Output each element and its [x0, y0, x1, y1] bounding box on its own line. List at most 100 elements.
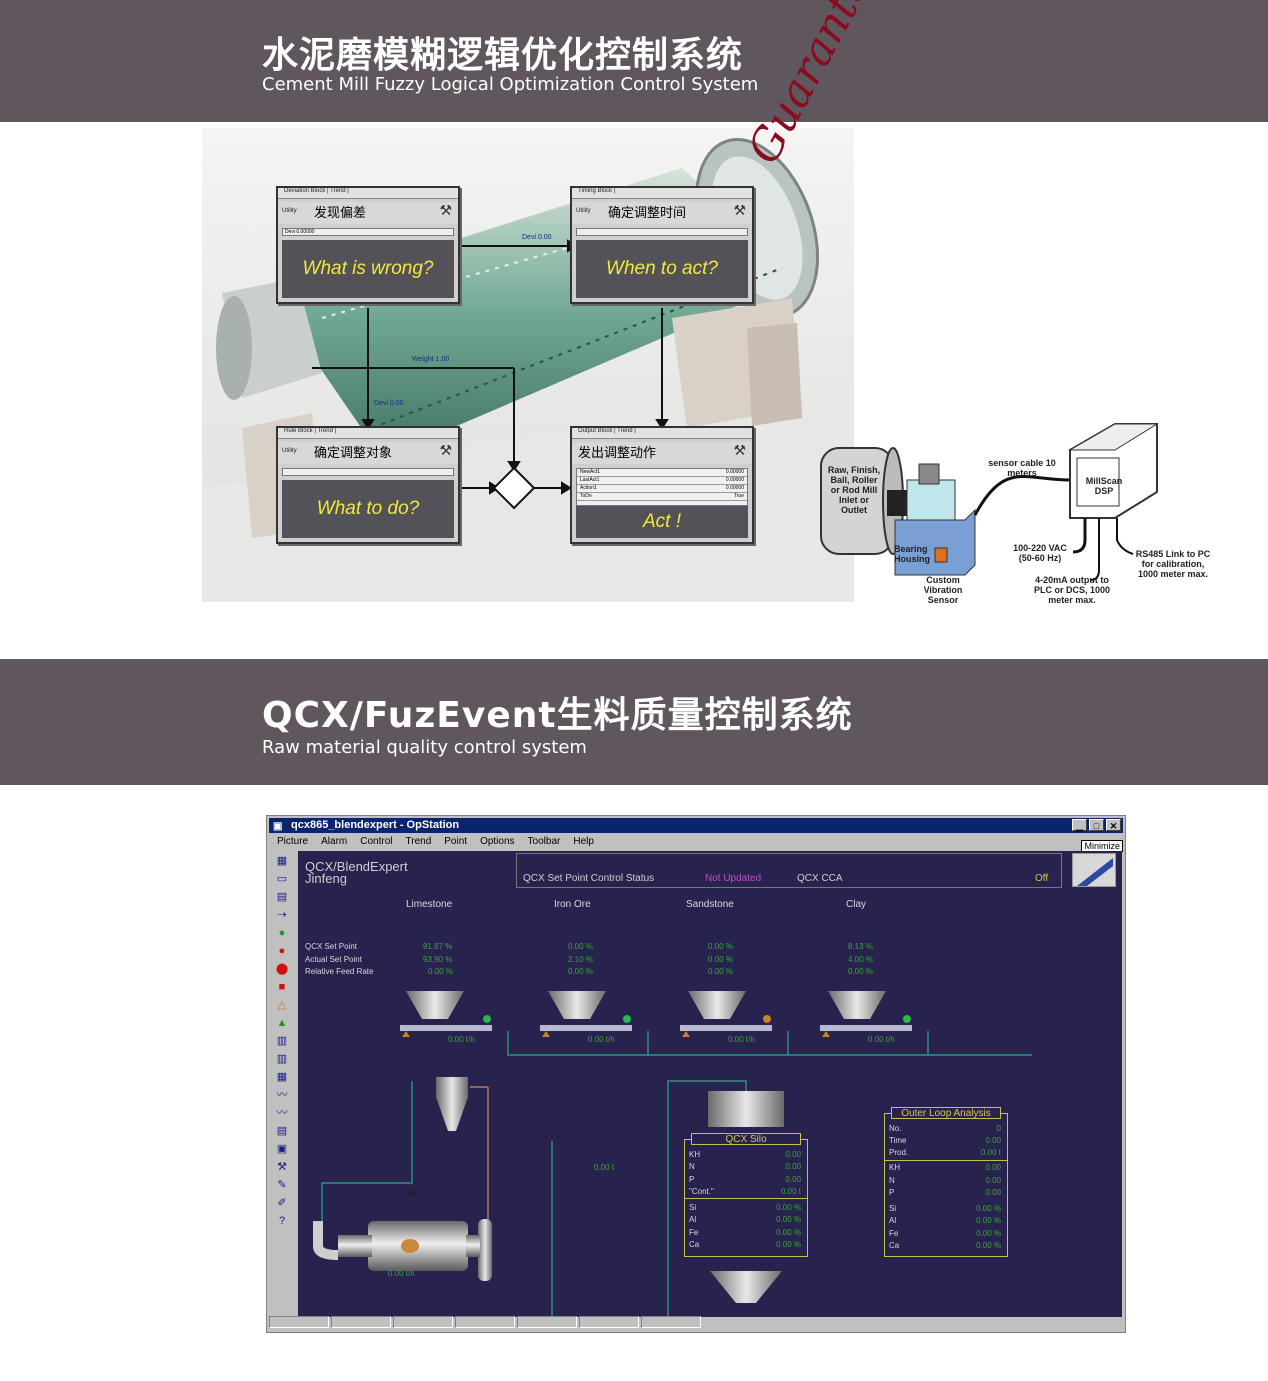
- section-title-en: Raw material quality control system: [262, 737, 587, 758]
- timing-block[interactable]: Timing Block | 确定调整时间 Utility ⚒ When to …: [570, 186, 754, 304]
- info-green-icon[interactable]: ●: [273, 926, 291, 941]
- devi-line-label: Devi 0.00: [522, 234, 552, 241]
- panel-row: N 0.00: [889, 1176, 1001, 1185]
- panel-title: QCX Silo: [691, 1133, 801, 1145]
- tools-icon[interactable]: ⚒: [273, 1160, 291, 1175]
- block-tabs[interactable]: Output Block | Trend |: [572, 428, 752, 439]
- minimize-button[interactable]: ▁: [1072, 819, 1087, 831]
- status-pane: [393, 1316, 453, 1328]
- block-tabs[interactable]: Rule Block | Trend |: [278, 428, 458, 439]
- block-title: 发现偏差: [278, 202, 458, 224]
- panel-row: Al 0.00 %: [689, 1215, 801, 1224]
- status-pane: [455, 1316, 515, 1328]
- utility-label: Utility: [282, 448, 297, 454]
- app-icon[interactable]: ▣: [273, 819, 282, 834]
- block-question: What to do?: [282, 480, 454, 538]
- rule-strip: [282, 468, 454, 476]
- maximize-button[interactable]: □: [1089, 819, 1104, 831]
- status-bar: [269, 1316, 1123, 1330]
- vibration-sensor-label: Custom Vibration Sensor: [923, 575, 963, 605]
- report-icon[interactable]: ▥: [273, 1034, 291, 1049]
- block-tabs[interactable]: Timing Block |: [572, 188, 752, 199]
- panel-row: Al 0.00 %: [889, 1216, 1001, 1225]
- power-label: 100-220 VAC (50-60 Hz): [1013, 543, 1067, 563]
- utility-label: Utility: [576, 208, 591, 214]
- block-title: 确定调整时间: [572, 202, 752, 224]
- wrench-icon[interactable]: ⚒: [439, 202, 452, 219]
- print-icon[interactable]: ▤: [273, 890, 291, 905]
- navigate-icon[interactable]: ⇢: [273, 908, 291, 923]
- menu-trend[interactable]: Trend: [406, 834, 432, 850]
- window-title: qcx865_blendexpert - OpStation: [291, 819, 460, 831]
- status-pane: [641, 1316, 701, 1328]
- alarm-box-icon[interactable]: ■: [273, 980, 291, 995]
- menu-picture[interactable]: Picture: [277, 834, 308, 850]
- panel-row: KH 0.00: [689, 1150, 801, 1159]
- panel-row: Fe 0.00 %: [689, 1228, 801, 1237]
- menu-alarm[interactable]: Alarm: [321, 834, 347, 850]
- table-icon[interactable]: ▦: [273, 1070, 291, 1085]
- report2-icon[interactable]: ▥: [273, 1052, 291, 1067]
- belt-feed-limestone: 0.00 t/h: [448, 1035, 475, 1044]
- wrench-icon[interactable]: ⚒: [733, 202, 746, 219]
- mid-transport-value: 0.00 t: [594, 1163, 615, 1172]
- close-button[interactable]: ✕: [1106, 819, 1121, 831]
- section-banner-raw-material: QCX/FuzEvent生料质量控制系统 Raw material qualit…: [0, 659, 1268, 785]
- output-row: ToDo True: [577, 493, 747, 501]
- panel-row: P 0.00: [689, 1175, 801, 1184]
- mill-type-label: Raw, Finish, Ball, Roller or Rod Mill In…: [827, 465, 881, 515]
- devi-strip: Devi 0.00000: [282, 228, 454, 236]
- weight-line-label: Weight 1.00: [412, 356, 450, 363]
- document-icon[interactable]: ▤: [273, 1124, 291, 1139]
- hopper-limestone: [400, 991, 492, 1037]
- section-title-zh: QCX/FuzEvent生料质量控制系统: [262, 695, 853, 736]
- stop-red-icon[interactable]: ⬤: [273, 962, 291, 977]
- panel-row: Si 0.00 %: [689, 1203, 801, 1212]
- deviation-block[interactable]: Deviation Block | Trend | 发现偏差 Utility ⚒…: [276, 186, 460, 304]
- menu-help[interactable]: Help: [573, 834, 594, 850]
- status-pane: [269, 1316, 329, 1328]
- status-pane: [579, 1316, 639, 1328]
- panel-row: Ca 0.00 %: [889, 1241, 1001, 1250]
- window-titlebar[interactable]: ▣ qcx865_blendexpert - OpStation ▁ □ ✕: [269, 818, 1123, 833]
- opstation-window: ▣ qcx865_blendexpert - OpStation ▁ □ ✕ M…: [266, 815, 1126, 1333]
- ack-icon[interactable]: ▲: [273, 1016, 291, 1031]
- millscan-sensor-diagram: [820, 423, 1159, 581]
- trend-icon[interactable]: 〰: [273, 1088, 291, 1103]
- alarm-red-icon[interactable]: ●: [273, 944, 291, 959]
- output-rows: NewAct1 0.00000 LastAct1 0.00000 Action1 0.…: [576, 468, 748, 506]
- hopper-iron-ore: [540, 991, 632, 1037]
- block-tabs[interactable]: Deviation Block | Trend |: [278, 188, 458, 199]
- wrench-icon[interactable]: ⚒: [439, 442, 452, 459]
- belt-feed-iron-ore: 0.00 t/h: [588, 1035, 615, 1044]
- panel-row: P 0.00: [889, 1188, 1001, 1197]
- panel-row: Prod. 0.00 t: [889, 1148, 1001, 1157]
- panel-row: Fe 0.00 %: [889, 1229, 1001, 1238]
- wrench-icon[interactable]: ⚒: [733, 442, 746, 459]
- trend2-icon[interactable]: 〰: [273, 1106, 291, 1121]
- belt-feed-clay: 0.00 t/h: [868, 1035, 895, 1044]
- output-block[interactable]: Output Block | Trend | 发出调整动作 ⚒ NewAct1 0…: [570, 426, 754, 544]
- help-icon[interactable]: ?: [273, 1214, 291, 1229]
- hopper-clay: [820, 991, 912, 1037]
- rule-block[interactable]: Rule Block | Trend | 确定调整对象 Utility ⚒ Wh…: [276, 426, 460, 544]
- utility-label: Utility: [282, 208, 297, 214]
- menu-point[interactable]: Point: [444, 834, 467, 850]
- mill-motor-label: M: [408, 1189, 415, 1198]
- open-folder-icon[interactable]: ▭: [273, 872, 291, 887]
- side-toolbar: ▦ ▭ ▤ ⇢ ● ● ⬤ ■ △ ▲ ▥ ▥ ▦ 〰 〰 ▤ ▣ ⚒ ✎ ✐ …: [269, 851, 295, 1317]
- menu-options[interactable]: Options: [480, 834, 514, 850]
- output-row: NewAct1 0.00000: [577, 469, 747, 477]
- millscan-dsp-label: MillScan DSP: [1085, 476, 1123, 496]
- edit-icon[interactable]: ✐: [273, 1196, 291, 1211]
- status-pane: [517, 1316, 577, 1328]
- pen-icon[interactable]: ✎: [273, 1178, 291, 1193]
- menu-toolbar[interactable]: Toolbar: [528, 834, 561, 850]
- menu-control[interactable]: Control: [360, 834, 392, 850]
- panel-row: Si 0.00 %: [889, 1204, 1001, 1213]
- picture-icon[interactable]: ▦: [273, 854, 291, 869]
- analog-output-label: 4-20mA output to PLC or DCS, 1000 meter …: [1033, 575, 1111, 605]
- block-question: When to act?: [576, 240, 748, 298]
- lock-icon[interactable]: ▣: [273, 1142, 291, 1157]
- warning-icon[interactable]: △: [273, 998, 291, 1013]
